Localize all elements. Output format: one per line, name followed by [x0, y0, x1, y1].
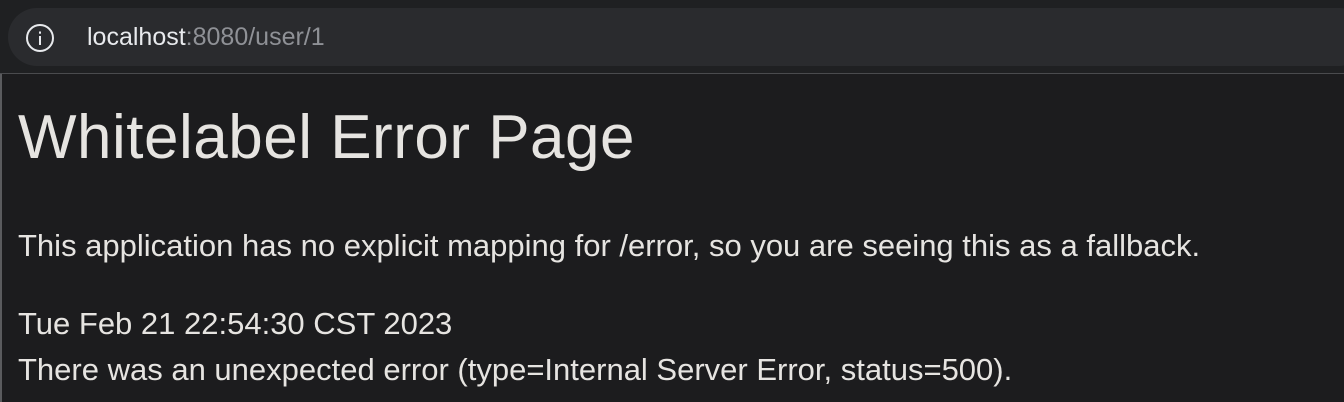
url-text[interactable]: localhost:8080/user/1	[87, 20, 325, 54]
url-path: :8080/user/1	[185, 23, 325, 51]
error-detail: There was an unexpected error (type=Inte…	[18, 352, 1013, 387]
error-timestamp: Tue Feb 21 22:54:30 CST 2023	[18, 306, 453, 341]
url-host: localhost	[87, 23, 186, 51]
browser-toolbar: localhost:8080/user/1	[0, 0, 1344, 74]
error-message: This application has no explicit mapping…	[18, 228, 1201, 263]
info-icon[interactable]	[25, 23, 55, 53]
page-title: Whitelabel Error Page	[18, 103, 635, 172]
page-content: Whitelabel Error Page This application h…	[0, 74, 1344, 402]
